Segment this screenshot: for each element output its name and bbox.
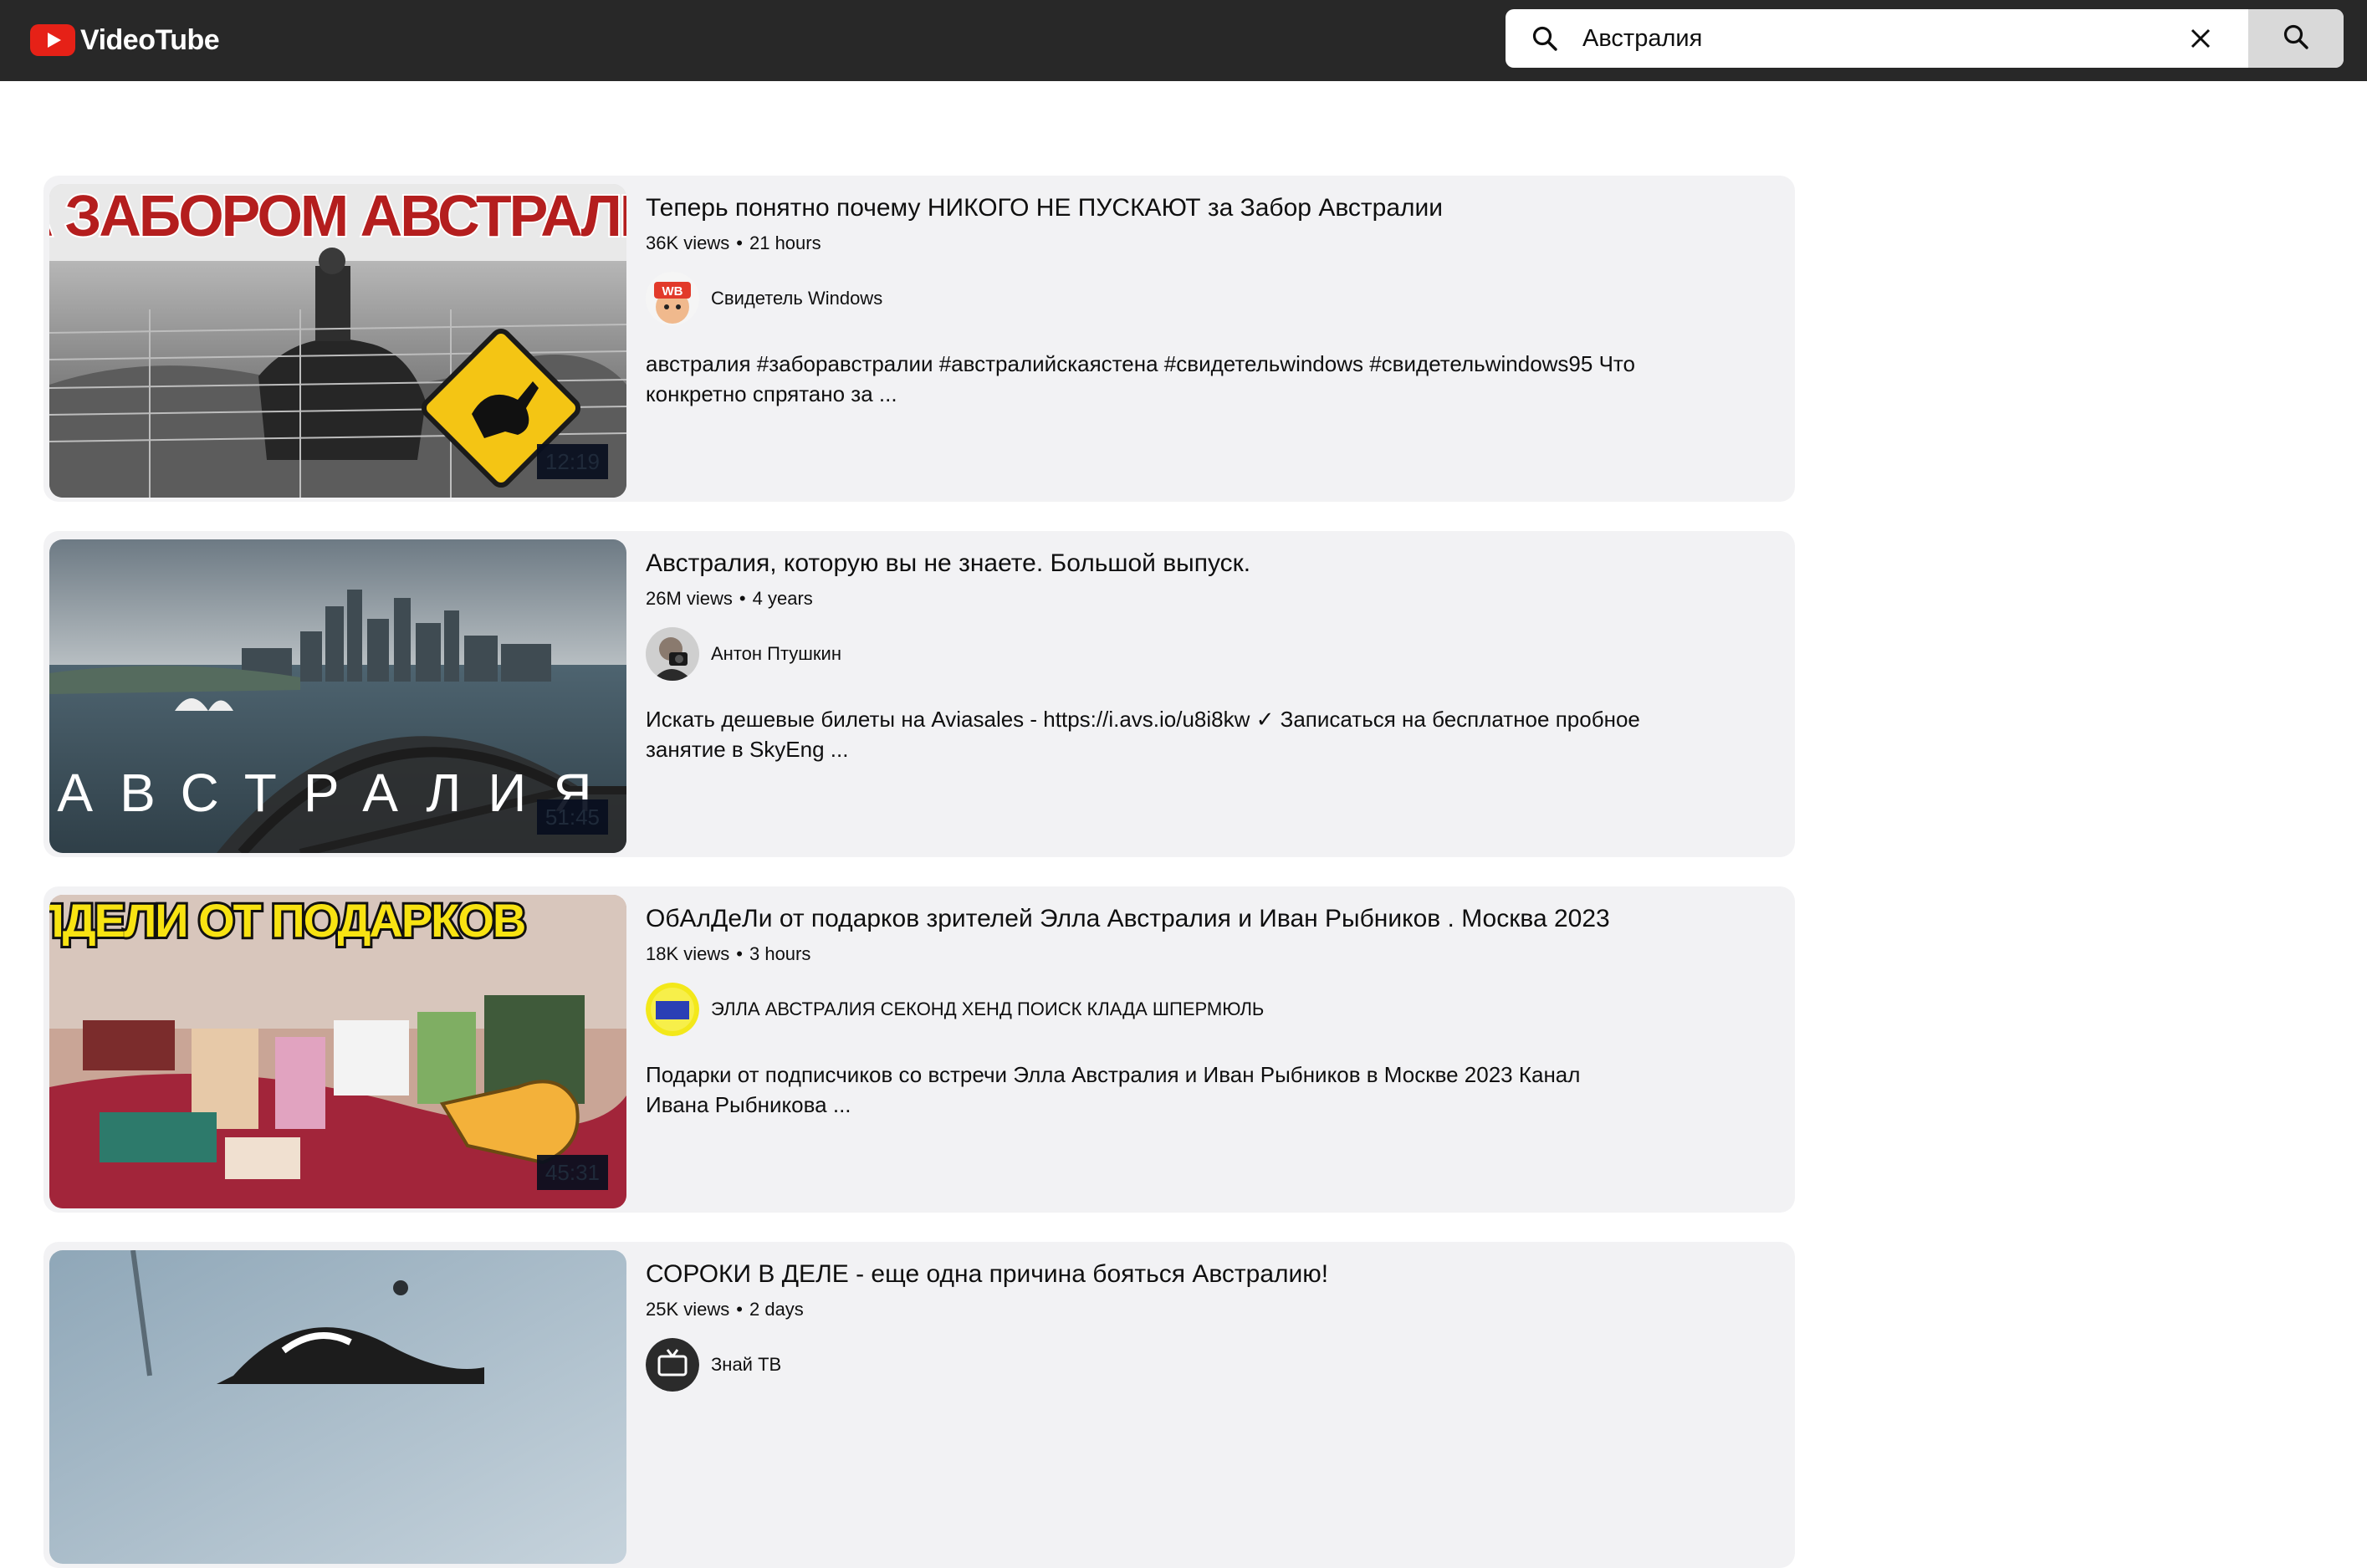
video-duration: 51:45 bbox=[536, 799, 608, 835]
top-bar: VideoTube bbox=[0, 0, 2367, 81]
view-count: 26M views bbox=[646, 588, 733, 609]
channel-avatar[interactable] bbox=[646, 983, 699, 1036]
search-submit-button[interactable] bbox=[2248, 9, 2344, 68]
video-meta: 18K views • 3 hours bbox=[646, 942, 1733, 966]
video-title[interactable]: СОРОКИ В ДЕЛЕ - еще одна причина бояться… bbox=[646, 1259, 1733, 1290]
search-icon bbox=[1531, 24, 1559, 53]
logo-text: VideoTube bbox=[80, 23, 220, 56]
upload-age: 21 hours bbox=[749, 232, 821, 253]
video-title[interactable]: ОбАлДеЛи от подарков зрителей Элла Австр… bbox=[646, 903, 1733, 935]
video-thumbnail[interactable]: ОБАЛДЕЛИ ОТ ПОДАРКОВ 45:31 bbox=[49, 895, 626, 1208]
view-count: 25K views bbox=[646, 1299, 730, 1320]
video-info: Теперь понятно почему НИКОГО НЕ ПУСКАЮТ … bbox=[646, 192, 1733, 409]
channel-row[interactable]: Антон Птушкин bbox=[646, 627, 1733, 681]
avatar-text: WB bbox=[662, 284, 683, 299]
video-meta: 26M views • 4 years bbox=[646, 587, 1733, 610]
thumbnail-text: ОБАЛДЕЛИ ОТ ПОДАРКОВ bbox=[49, 895, 524, 947]
meta-separator: • bbox=[736, 232, 743, 253]
video-result[interactable]: ЗА ЗАБОРОМ АВСТРАЛИИ 12:19 Теперь понятн… bbox=[43, 176, 1795, 502]
view-count: 18K views bbox=[646, 943, 730, 964]
channel-row[interactable]: WB Свидетель Windows bbox=[646, 272, 1733, 325]
channel-row[interactable]: Знай ТВ bbox=[646, 1338, 1733, 1392]
video-description: австралия #заборавстралии #австралийская… bbox=[646, 351, 1635, 406]
video-result[interactable]: АВСТРАЛИЯ 51:45 Австралия, которую вы не… bbox=[43, 531, 1795, 857]
meta-separator: • bbox=[739, 588, 746, 609]
meta-separator: • bbox=[736, 943, 743, 964]
meta-separator: • bbox=[736, 1299, 743, 1320]
upload-age: 2 days bbox=[749, 1299, 804, 1320]
search-box bbox=[1506, 9, 2344, 68]
thumbnail-text: ЗА ЗАБОРОМ АВСТРАЛИИ bbox=[49, 184, 626, 248]
channel-row[interactable]: ЭЛЛА АВСТРАЛИЯ СЕКОНД ХЕНД ПОИСК КЛАДА Ш… bbox=[646, 983, 1733, 1036]
channel-name[interactable]: ЭЛЛА АВСТРАЛИЯ СЕКОНД ХЕНД ПОИСК КЛАДА Ш… bbox=[711, 999, 1264, 1020]
video-info: СОРОКИ В ДЕЛЕ - еще одна причина бояться… bbox=[646, 1259, 1733, 1392]
close-icon[interactable] bbox=[2183, 21, 2218, 56]
video-thumbnail[interactable]: АВСТРАЛИЯ 51:45 bbox=[49, 539, 626, 853]
search-icon bbox=[2282, 23, 2310, 55]
play-logo-icon bbox=[30, 24, 75, 56]
video-title[interactable]: Теперь понятно почему НИКОГО НЕ ПУСКАЮТ … bbox=[646, 192, 1733, 224]
video-thumbnail[interactable]: ЗА ЗАБОРОМ АВСТРАЛИИ 12:19 bbox=[49, 184, 626, 498]
video-info: Австралия, которую вы не знаете. Большой… bbox=[646, 548, 1733, 764]
upload-age: 4 years bbox=[752, 588, 813, 609]
video-description: Искать дешевые билеты на Aviasales - htt… bbox=[646, 707, 1640, 762]
search-input[interactable] bbox=[1582, 21, 2001, 56]
video-meta: 36K views • 21 hours bbox=[646, 232, 1733, 255]
thumbnail-text: АВСТРАЛИЯ bbox=[57, 763, 618, 823]
channel-avatar[interactable] bbox=[646, 627, 699, 681]
video-duration: 45:31 bbox=[536, 1155, 608, 1190]
channel-avatar[interactable]: WB bbox=[646, 272, 699, 325]
video-duration: 12:19 bbox=[536, 444, 608, 479]
view-count: 36K views bbox=[646, 232, 730, 253]
video-result[interactable]: СОРОКИ В ДЕЛЕ - еще одна причина бояться… bbox=[43, 1242, 1795, 1568]
logo[interactable]: VideoTube bbox=[30, 20, 220, 60]
channel-avatar[interactable] bbox=[646, 1338, 699, 1392]
channel-name[interactable]: Знай ТВ bbox=[711, 1354, 781, 1376]
video-thumbnail[interactable] bbox=[49, 1250, 626, 1564]
video-meta: 25K views • 2 days bbox=[646, 1298, 1733, 1321]
upload-age: 3 hours bbox=[749, 943, 811, 964]
channel-name[interactable]: Свидетель Windows bbox=[711, 288, 882, 309]
channel-name[interactable]: Антон Птушкин bbox=[711, 643, 841, 665]
video-description: Подарки от подписчиков со встречи Элла А… bbox=[646, 1062, 1581, 1117]
video-title[interactable]: Австралия, которую вы не знаете. Большой… bbox=[646, 548, 1733, 580]
video-info: ОбАлДеЛи от подарков зрителей Элла Австр… bbox=[646, 903, 1733, 1120]
video-result[interactable]: ОБАЛДЕЛИ ОТ ПОДАРКОВ 45:31 ОбАлДеЛи от п… bbox=[43, 886, 1795, 1213]
